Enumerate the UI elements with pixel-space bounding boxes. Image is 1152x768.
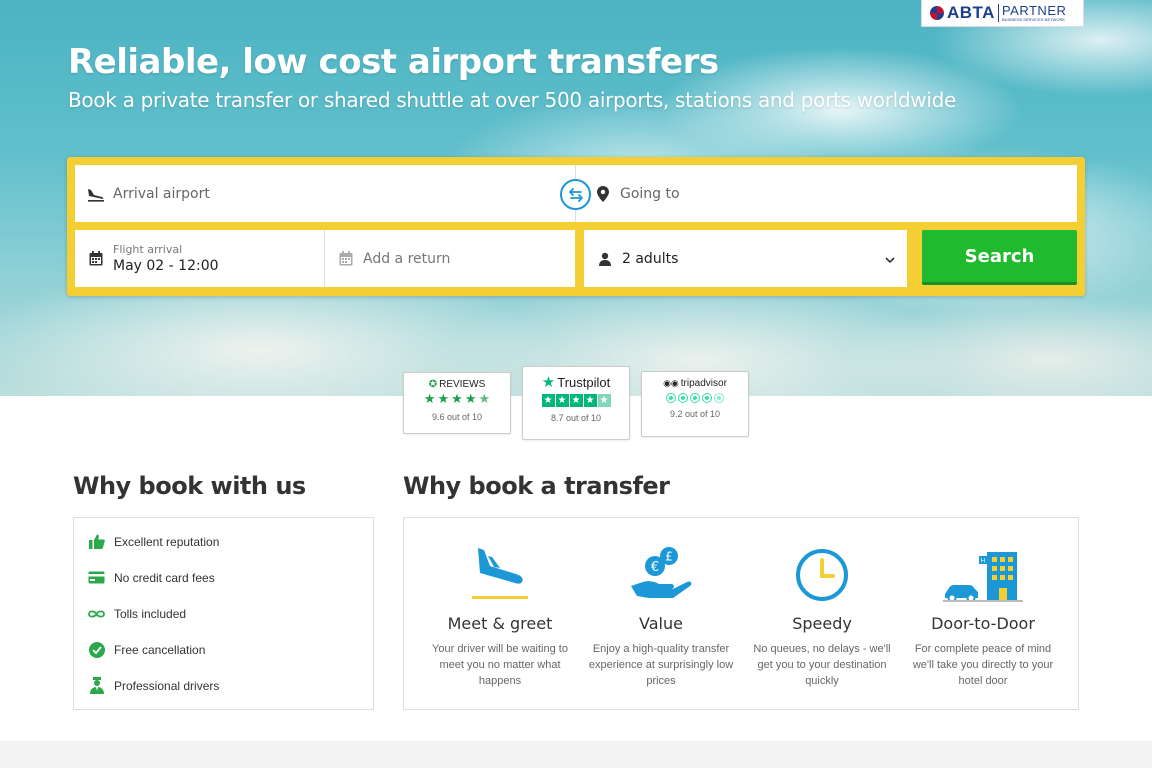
reviews-io-score: 9.6 out of 10 [431,412,483,422]
list-item-label: Excellent reputation [114,534,220,549]
going-to-input[interactable]: Going to [576,165,1077,222]
swap-locations-button[interactable] [560,179,591,210]
page-title: Reliable, low cost airport transfers [68,42,719,82]
list-item: No credit card fees [88,569,215,586]
flight-arrival-label: Flight arrival [113,243,183,256]
plane-landing-icon [470,538,530,602]
tripadvisor-brand: ◉◉ tripadvisor [663,378,727,389]
trustpilot-star-icon: ★ [541,374,556,391]
driver-icon [88,677,105,694]
abta-partner-badge[interactable]: ABTA PARTNER BUSINESS SERVICES NETWORK [921,0,1084,27]
thumbs-up-icon [88,533,105,550]
arrival-airport-input[interactable]: Arrival airport [75,165,576,222]
trustpilot-card[interactable]: ★ Trustpilot ★ ★ ★ ★ ★ 8.7 out of 10 [522,366,630,440]
chevron-down-icon [885,252,895,268]
check-circle-icon [88,641,105,658]
feature-speedy: Speedy No queues, no delays - we'll get … [742,518,902,689]
feature-meet-greet: Meet & greet Your driver will be waiting… [420,518,580,689]
bubble-icon [678,393,688,403]
footer-strip [0,741,1152,768]
list-item: Professional drivers [88,677,219,694]
search-form: Arrival airport Going to Flight arrival … [67,157,1085,296]
calendar-icon [337,250,355,268]
svg-text:£: £ [665,550,673,564]
svg-text:H: H [981,558,986,565]
star-icon: ★ [423,392,436,407]
calendar-icon [87,250,105,268]
swap-arrows-icon [568,187,583,202]
why-book-list: Excellent reputation No credit card fees… [73,517,374,710]
reviews-io-brand: ✪ REVIEWS [428,379,486,390]
feature-value: € £ Value Enjoy a high-quality transfer e… [581,518,741,689]
feature-desc: Your driver will be waiting to meet you … [432,643,568,687]
star-icon: ★ [451,392,463,407]
plane-landing-icon [87,185,105,203]
car-hotel-icon: H [943,538,1023,602]
bubble-icon [690,393,700,403]
tripadvisor-score: 9.2 out of 10 [669,409,721,419]
why-transfer-title: Why book a transfer [403,472,670,500]
feature-title: Speedy [792,614,852,633]
passengers-select[interactable]: 2 adults [584,230,907,287]
flight-arrival-value: May 02 - 12:00 [113,258,219,274]
person-icon [596,250,614,268]
trustpilot-score: 8.7 out of 10 [550,413,602,423]
svg-text:€: € [651,560,659,575]
why-transfer-box: Meet & greet Your driver will be waiting… [403,517,1079,710]
star-icon: ★ [555,394,569,407]
half-star-icon: ★ [597,394,611,407]
feature-desc: No queues, no delays - we'll get you to … [753,643,891,687]
feature-desc: For complete peace of mind we'll take yo… [912,643,1054,687]
infinity-icon [88,605,105,622]
abta-globe-icon [930,6,944,20]
list-item: Tolls included [88,605,186,622]
reviews-io-star-icon: ✪ [428,379,438,390]
owl-icon: ◉◉ [663,378,679,388]
hero-banner: ABTA PARTNER BUSINESS SERVICES NETWORK R… [0,0,1152,396]
coins-hand-icon: € £ [629,538,693,602]
half-star-icon: ★ [478,392,491,407]
reviews-io-card[interactable]: ✪ REVIEWS ★ ★ ★ ★ ★ 9.6 out of 10 [403,372,511,434]
trustpilot-stars: ★ ★ ★ ★ ★ [541,394,611,407]
tripadvisor-card[interactable]: ◉◉ tripadvisor 9.2 out of 10 [641,371,749,437]
flight-arrival-field[interactable]: Flight arrival May 02 - 12:00 [75,230,325,287]
half-bubble-icon [714,393,724,403]
star-icon: ★ [464,392,477,407]
star-icon: ★ [569,394,583,407]
add-return-placeholder: Add a return [363,250,451,267]
tripadvisor-bubbles [666,393,724,403]
star-icon: ★ [583,394,597,407]
abta-logo-text: ABTA [947,3,995,22]
trustpilot-brand: ★ Trustpilot [541,374,611,391]
feature-title: Door-to-Door [931,614,1035,633]
page-subtitle: Book a private transfer or shared shuttl… [68,88,956,112]
list-item-label: No credit card fees [114,570,215,585]
feature-desc: Enjoy a high-quality transfer experience… [588,643,734,687]
map-pin-icon [594,185,612,203]
list-item: Free cancellation [88,641,205,658]
credit-card-icon [88,569,105,586]
feature-title: Value [639,614,683,633]
clock-icon [795,538,849,602]
search-button[interactable]: Search [922,230,1077,285]
star-icon: ★ [437,392,450,407]
bubble-icon [666,393,676,403]
list-item: Excellent reputation [88,533,219,550]
arrival-airport-placeholder: Arrival airport [113,185,210,202]
why-book-title: Why book with us [73,472,306,500]
bubble-icon [702,393,712,403]
reviews-io-stars: ★ ★ ★ ★ ★ [424,393,490,406]
list-item-label: Tolls included [114,606,187,621]
going-to-placeholder: Going to [620,185,680,202]
add-return-field[interactable]: Add a return [325,230,575,287]
passengers-value: 2 adults [622,250,679,267]
list-item-label: Free cancellation [114,642,206,657]
feature-door-to-door: H Door-to-Door For complete peace of min… [903,518,1063,689]
list-item-label: Professional drivers [114,678,220,693]
feature-title: Meet & greet [447,614,553,633]
star-icon: ★ [541,394,555,407]
abta-partner-label: PARTNER BUSINESS SERVICES NETWORK [997,4,1066,22]
